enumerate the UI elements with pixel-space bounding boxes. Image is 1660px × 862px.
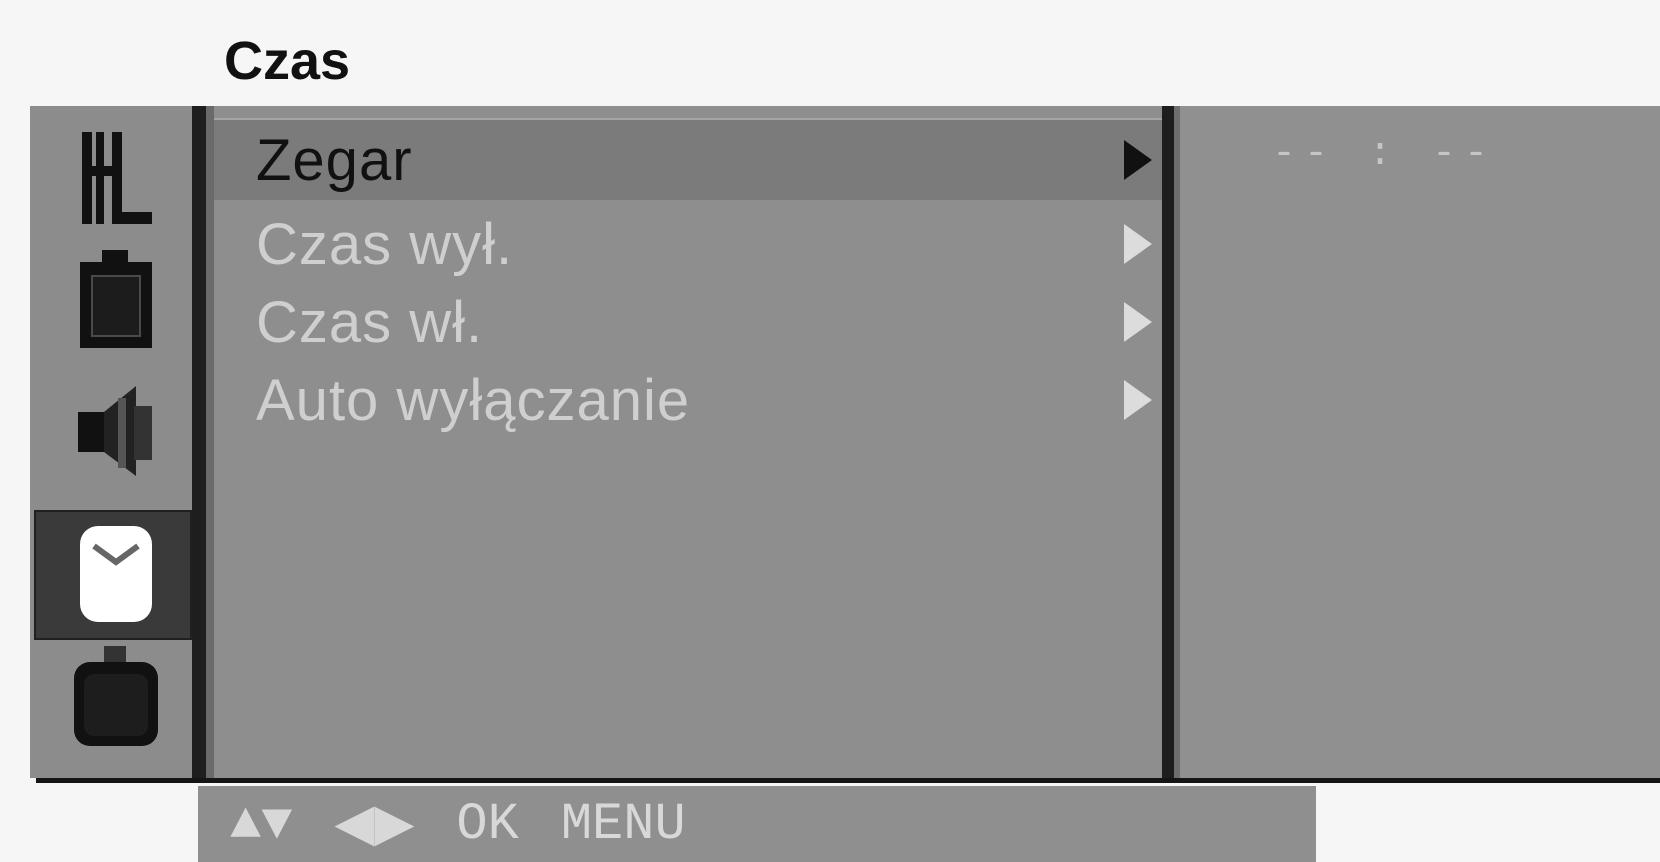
detail-panel: -- : -- [1180,106,1660,778]
osd-menu: Zegar Czas wył. Czas wł. Auto wyłączanie… [30,106,1660,778]
menu-item-czas-wl[interactable]: Czas wł. [214,282,1162,362]
sidebar [30,106,192,778]
menu-item-label: Auto wyłączanie [256,367,691,433]
menu-list: Zegar Czas wył. Czas wł. Auto wyłączanie [214,118,1162,778]
picture-icon[interactable] [74,248,158,352]
menu-item-label: Czas wł. [256,289,484,355]
channel-icon[interactable] [74,126,158,230]
sidebar-divider [192,106,214,778]
left-right-arrows-icon: ◀▶ [334,796,415,856]
clock-value: -- : -- [1272,132,1497,177]
key-hint-bar: ▲▼ ◀▶ OK MENU [198,786,1316,862]
menu-item-czas-wyl[interactable]: Czas wył. [214,204,1162,284]
menu-item-label: Zegar [256,127,413,193]
arrow-right-icon [1124,140,1152,180]
menu-item-auto-wylaczanie[interactable]: Auto wyłączanie [214,360,1162,440]
menu-item-label: Czas wył. [256,211,514,277]
page-title: Czas [224,31,351,91]
arrow-right-icon [1124,302,1152,342]
up-down-arrows-icon: ▲▼ [230,794,293,854]
detail-divider [1162,106,1180,778]
sound-icon[interactable] [74,376,158,480]
special-icon[interactable] [74,644,158,748]
arrow-right-icon [1124,224,1152,264]
arrow-right-icon [1124,380,1152,420]
ok-key-label: OK [456,794,519,854]
menu-key-label: MENU [560,794,686,854]
menu-item-zegar[interactable]: Zegar [214,118,1162,200]
time-icon[interactable] [74,522,158,626]
